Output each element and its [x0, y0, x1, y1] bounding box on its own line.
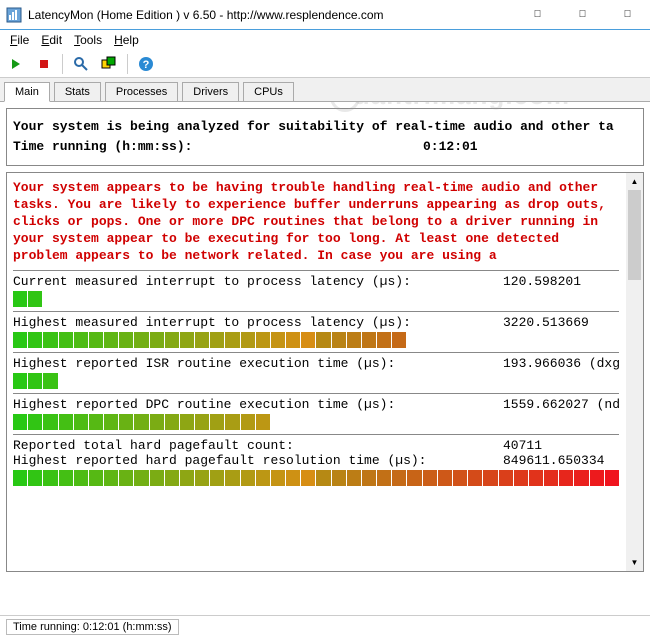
metric-label: Current measured interrupt to process la…	[13, 274, 503, 289]
status-panel: Your system is being analyzed for suitab…	[6, 108, 644, 166]
metric-label: Highest reported ISR routine execution t…	[13, 356, 503, 371]
tab-main[interactable]: Main	[4, 82, 50, 102]
stop-button[interactable]	[32, 52, 56, 76]
divider	[13, 393, 619, 394]
menu-edit[interactable]: Edit	[35, 31, 68, 49]
divider	[13, 352, 619, 353]
scroll-up-icon[interactable]: ▲	[626, 173, 643, 190]
analyze-text: Your system is being analyzed for suitab…	[13, 117, 614, 137]
divider	[13, 434, 619, 435]
metric-label: Highest reported DPC routine execution t…	[13, 397, 503, 412]
svg-text:?: ?	[143, 59, 150, 71]
scroll-thumb[interactable]	[628, 190, 641, 280]
toolbar: ?	[0, 50, 650, 78]
latency-bar	[13, 414, 619, 430]
divider	[13, 311, 619, 312]
tab-processes[interactable]: Processes	[105, 82, 178, 101]
content-area: Your system is being analyzed for suitab…	[0, 102, 650, 615]
menu-help[interactable]: Help	[108, 31, 145, 49]
help-button[interactable]: ?	[134, 52, 158, 76]
scrollbar[interactable]: ▲ ▼	[626, 173, 643, 571]
metric-value: 120.598201	[503, 274, 619, 289]
metric-value: 849611.650334	[503, 453, 619, 468]
metric-label: Highest reported hard pagefault resoluti…	[13, 453, 503, 468]
latency-bar	[13, 332, 619, 348]
search-button[interactable]	[69, 52, 93, 76]
close-button[interactable]: 	[605, 0, 650, 29]
menubar: File Edit Tools Help	[0, 30, 650, 50]
metric-value: 3220.513669	[503, 315, 619, 330]
tab-stats[interactable]: Stats	[54, 82, 101, 101]
menu-tools[interactable]: Tools	[68, 31, 108, 49]
latency-bar	[13, 470, 619, 486]
windows-button[interactable]	[97, 52, 121, 76]
result-panel: ▲ ▼ Your system appears to be having tro…	[6, 172, 644, 572]
play-button[interactable]	[4, 52, 28, 76]
metric-value: 1559.662027 (ndis.sys - Networ	[503, 397, 619, 412]
divider	[13, 270, 619, 271]
metric-label: Reported total hard pagefault count:	[13, 438, 503, 453]
minimize-button[interactable]: 	[515, 0, 560, 29]
latency-bar	[13, 373, 619, 389]
time-running-label: Time running (h:mm:ss):	[13, 137, 423, 157]
warning-text: Your system appears to be having trouble…	[13, 179, 619, 264]
tab-drivers[interactable]: Drivers	[182, 82, 239, 101]
time-running-value: 0:12:01	[423, 137, 637, 157]
statusbar: Time running: 0:12:01 (h:mm:ss)	[0, 615, 650, 637]
toolbar-separator	[62, 54, 63, 74]
toolbar-separator	[127, 54, 128, 74]
metric-value: 193.966036 (dxgkrnl.sys - Dire	[503, 356, 619, 371]
menu-file[interactable]: File	[4, 31, 35, 49]
latency-bar	[13, 291, 619, 307]
maximize-button[interactable]: 	[560, 0, 605, 29]
app-icon	[6, 7, 22, 23]
tab-cpus[interactable]: CPUs	[243, 82, 294, 101]
window-title: LatencyMon (Home Edition ) v 6.50 - http…	[28, 8, 515, 22]
tabbar: Main Stats Processes Drivers CPUs	[0, 78, 650, 102]
scroll-down-icon[interactable]: ▼	[626, 554, 643, 571]
titlebar: LatencyMon (Home Edition ) v 6.50 - http…	[0, 0, 650, 30]
metric-label: Highest measured interrupt to process la…	[13, 315, 503, 330]
metric-value: 40711	[503, 438, 619, 453]
